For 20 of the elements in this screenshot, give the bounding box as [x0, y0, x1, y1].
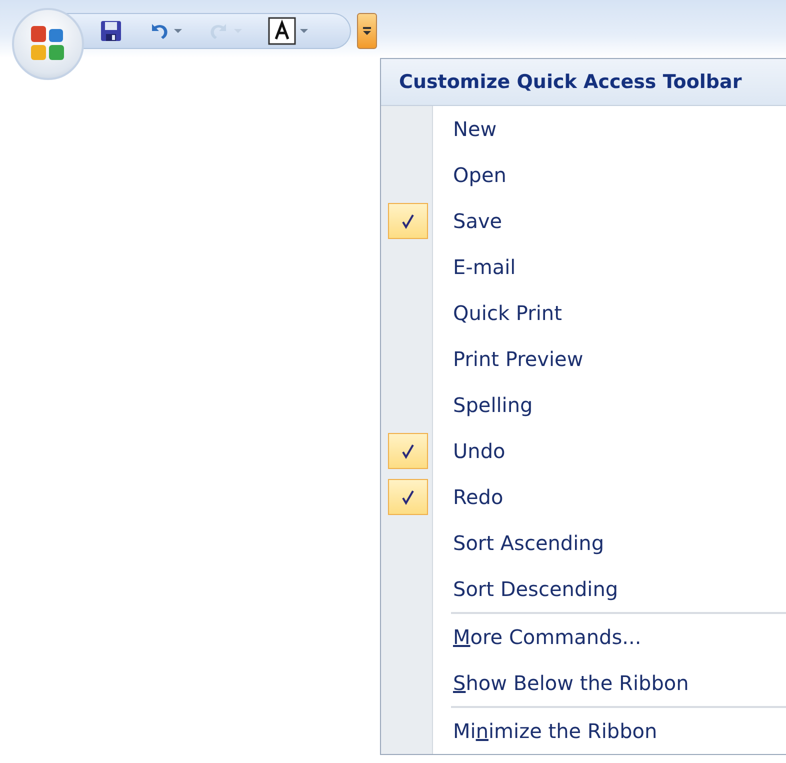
menu-item[interactable]: E-mail: [440, 255, 516, 279]
caret-icon: [174, 28, 182, 34]
menu-item[interactable]: Spelling: [440, 393, 533, 417]
menu-item[interactable]: Redo: [440, 485, 504, 509]
menu-item[interactable]: Minimize the Ribbon: [440, 719, 658, 743]
menu-item[interactable]: Print Preview: [440, 347, 584, 371]
caret-icon: [300, 28, 308, 34]
menu-item[interactable]: Save: [440, 209, 502, 233]
menu-item[interactable]: Open: [440, 163, 506, 187]
menu-item[interactable]: Undo: [440, 439, 506, 463]
menu-item[interactable]: Show Below the Ribbon: [440, 671, 689, 695]
customize-toolbar-button[interactable]: [357, 13, 377, 49]
menu-item[interactable]: Sort Descending: [440, 577, 618, 601]
menu-item[interactable]: New: [440, 117, 497, 141]
menu-title: Customize Quick Access Toolbar: [381, 59, 786, 106]
menu-item[interactable]: Quick Print: [440, 301, 562, 325]
menu-item[interactable]: More Commands...: [440, 625, 642, 649]
menu-item[interactable]: Sort Ascending: [440, 531, 604, 555]
caret-icon: [362, 24, 372, 38]
letter-box-icon: [268, 17, 296, 45]
